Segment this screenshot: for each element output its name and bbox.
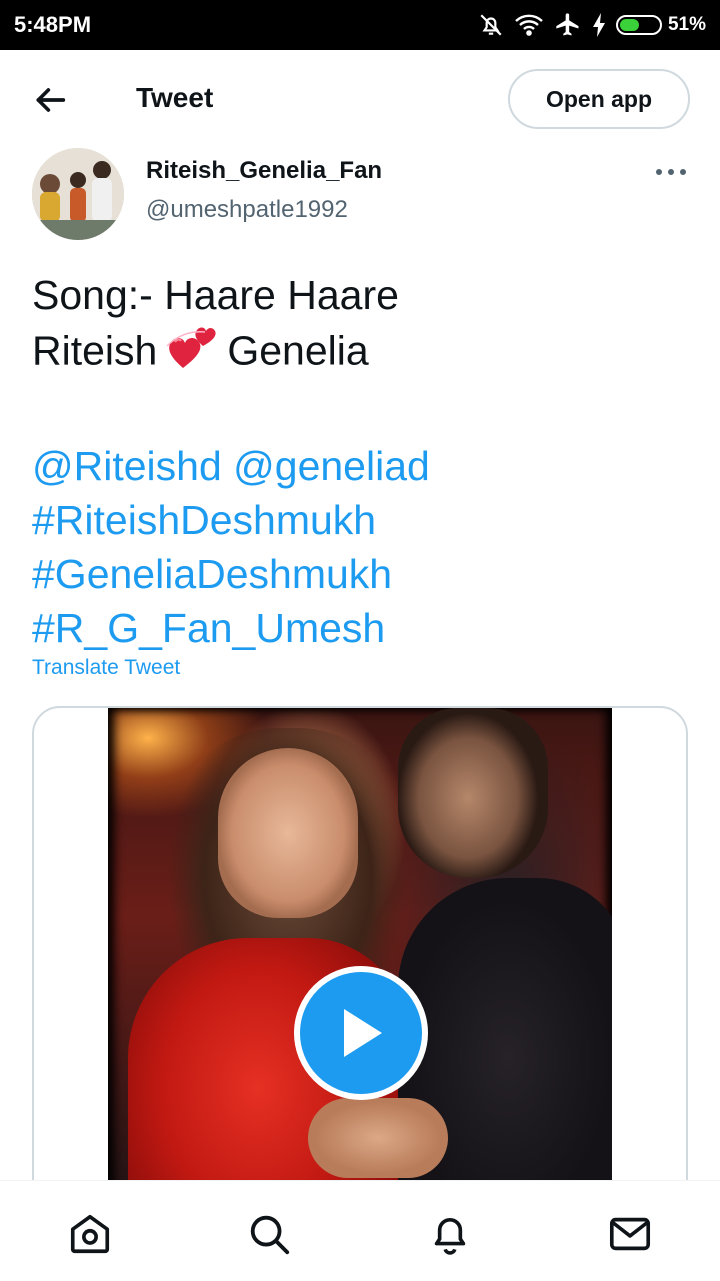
arrow-left-icon: [36, 88, 66, 112]
author-handle[interactable]: @umeshpatle1992: [146, 196, 348, 224]
back-button[interactable]: [30, 80, 70, 120]
status-time: 5:48PM: [14, 12, 92, 37]
open-app-button[interactable]: Open app: [508, 69, 690, 129]
home-icon: [70, 1214, 110, 1254]
bell-muted-icon: [480, 14, 502, 36]
avatar-photo: [32, 148, 124, 240]
tweet-line-2: Riteish Genelia: [32, 322, 692, 385]
nav-search[interactable]: [246, 1211, 292, 1257]
more-horizontal-icon: [656, 169, 686, 175]
tweet-word-riteish: Riteish: [32, 327, 158, 374]
hashtag-link[interactable]: #R_G_Fan_Umesh: [32, 601, 692, 655]
charging-icon: [592, 13, 605, 37]
page-title: Tweet: [136, 82, 214, 113]
author-name[interactable]: Riteish_Genelia_Fan: [146, 157, 382, 185]
nav-home[interactable]: [67, 1211, 113, 1257]
thumbnail-figure: [398, 878, 612, 1224]
battery-percent: 51%: [667, 14, 706, 35]
hashtag-link[interactable]: #GeneliaDeshmukh: [32, 547, 692, 601]
wifi-icon: [515, 14, 543, 36]
battery-fill: [619, 19, 640, 31]
translate-tweet-link[interactable]: Translate Tweet: [32, 656, 180, 680]
mention-link[interactable]: @geneliad: [233, 443, 430, 489]
notifications-icon: [434, 1218, 466, 1255]
status-bar: 5:48PM 51%: [0, 0, 720, 50]
battery-icon: [615, 15, 662, 35]
two-hearts-emoji: [165, 322, 219, 385]
status-icons: 51%: [478, 11, 706, 39]
tweet-text: Song:- Haare Haare Riteish Genelia @Rite…: [32, 268, 692, 655]
nav-messages[interactable]: [607, 1211, 653, 1257]
play-button[interactable]: [294, 966, 428, 1100]
tweet-word-genelia: Genelia: [227, 327, 369, 374]
tweet-mentions: @Riteishd @geneliad: [32, 439, 692, 493]
messages-icon: [609, 1217, 651, 1251]
battery-indicator: 51%: [615, 14, 706, 36]
nav-notifications[interactable]: [427, 1211, 473, 1257]
more-options-button[interactable]: [654, 160, 688, 184]
author-avatar[interactable]: [32, 148, 124, 240]
mention-link[interactable]: @Riteishd: [32, 443, 222, 489]
bottom-nav: [0, 1180, 720, 1281]
airplane-icon: [556, 13, 579, 36]
thumbnail-figure: [398, 708, 548, 878]
tweet-line-1: Song:- Haare Haare: [32, 272, 399, 318]
hashtag-link[interactable]: #RiteishDeshmukh: [32, 493, 692, 547]
thumbnail-figure: [218, 748, 358, 918]
search-icon: [250, 1215, 290, 1255]
play-icon: [344, 1009, 382, 1057]
thumbnail-figure: [308, 1098, 448, 1178]
top-header: Tweet Open app: [0, 50, 720, 146]
